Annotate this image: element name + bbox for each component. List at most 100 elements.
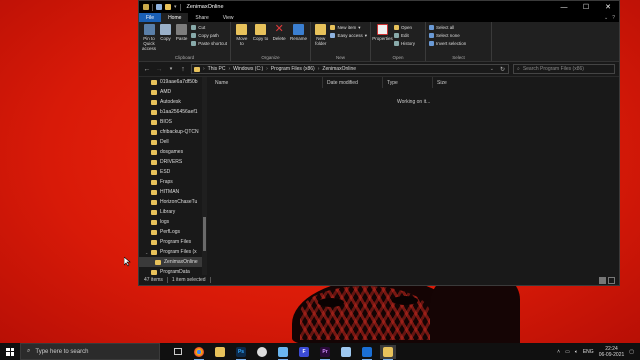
details-view-icon[interactable] <box>599 276 606 284</box>
column-size[interactable]: Size <box>433 77 473 88</box>
new-folder-button[interactable]: New folder <box>314 24 327 52</box>
nav-item[interactable]: Autodesk <box>139 97 207 107</box>
tray-overflow-icon[interactable]: ˄ <box>557 349 560 355</box>
close-button[interactable]: ✕ <box>597 1 619 13</box>
address-bar[interactable]: › This PC › Windows (C:) › Program Files… <box>191 64 509 74</box>
move-to-button[interactable]: Move to <box>234 24 250 52</box>
tab-share[interactable]: Share <box>188 13 215 22</box>
qat-dropdown-icon[interactable]: ▾ <box>174 4 177 10</box>
nav-item[interactable]: dosgames <box>139 147 207 157</box>
tab-file[interactable]: File <box>139 13 162 22</box>
taskbar-app-flash[interactable]: F <box>296 345 312 359</box>
copy-button[interactable]: Copy <box>159 24 172 52</box>
start-button[interactable] <box>0 343 20 360</box>
paste-shortcut-button[interactable]: Paste shortcut <box>191 40 227 47</box>
forward-arrow-icon[interactable]: → <box>155 66 163 73</box>
nav-item[interactable]: PerfLogs <box>139 227 207 237</box>
cut-button[interactable]: Cut <box>191 24 227 31</box>
breadcrumb-program-files-x86[interactable]: Program Files (x86) <box>271 66 315 72</box>
nav-item[interactable]: HorizonChaseTu <box>139 197 207 207</box>
nav-item[interactable]: AMD <box>139 87 207 97</box>
rename-button[interactable]: Rename <box>290 24 307 52</box>
tab-view[interactable]: View <box>216 13 241 22</box>
history-button[interactable]: History <box>394 40 415 47</box>
nav-item[interactable]: DRIVERS <box>139 157 207 167</box>
task-view-button[interactable] <box>170 345 186 359</box>
column-type[interactable]: Type <box>383 77 433 88</box>
nav-item[interactable]: Program Files <box>139 237 207 247</box>
breadcrumb-separator-icon[interactable]: › <box>266 66 268 72</box>
refresh-icon[interactable]: ↻ <box>497 66 508 73</box>
taskbar-app-blue[interactable] <box>359 345 375 360</box>
taskbar-chrome[interactable] <box>191 345 207 360</box>
ribbon-collapse-icon[interactable]: ⌄ <box>604 15 608 21</box>
new-item-button[interactable]: New item ▾ <box>330 24 367 31</box>
nav-item[interactable]: 019aae6a7df50b <box>139 77 207 87</box>
search-box[interactable]: ⌕ Search Program Files (x86) <box>513 64 615 74</box>
tab-home[interactable]: Home <box>161 13 189 22</box>
breadcrumb-separator-icon[interactable]: › <box>228 66 230 72</box>
breadcrumb-this-pc[interactable]: This PC <box>208 66 226 72</box>
edit-button[interactable]: Edit <box>394 32 415 39</box>
language-indicator[interactable]: ENG <box>583 349 594 355</box>
nav-item[interactable]: ⌄ Program Files (x <box>139 247 207 257</box>
nav-item[interactable]: ProgramData <box>139 267 207 275</box>
notifications-icon[interactable]: ▢ <box>629 349 634 355</box>
up-arrow-icon[interactable]: ↑ <box>179 66 187 73</box>
easy-access-button[interactable]: Easy access ▾ <box>330 32 367 39</box>
paste-label: Paste <box>175 36 188 41</box>
expand-caret-icon[interactable]: ⌄ <box>145 250 148 255</box>
taskbar-app-generic[interactable] <box>254 345 270 359</box>
breadcrumb-separator-icon[interactable]: › <box>203 66 205 72</box>
taskbar-store[interactable] <box>212 345 228 359</box>
nav-item[interactable]: Fraps <box>139 177 207 187</box>
copy-path-button[interactable]: Copy path <box>191 32 227 39</box>
taskbar-premiere[interactable]: Pr <box>317 345 333 360</box>
large-icons-view-icon[interactable] <box>608 276 615 284</box>
taskbar-app-paint[interactable] <box>275 345 291 360</box>
address-dropdown-icon[interactable]: ⌄ <box>490 66 494 72</box>
maximize-button[interactable]: ☐ <box>575 1 597 13</box>
paste-button[interactable]: Paste <box>175 24 188 52</box>
nav-scrollbar-thumb[interactable] <box>203 217 206 251</box>
column-name[interactable]: Name <box>215 77 323 88</box>
copy-to-button[interactable]: Copy to <box>253 24 269 52</box>
select-none-button[interactable]: Select none <box>429 32 466 39</box>
invert-selection-button[interactable]: Invert selection <box>429 40 466 47</box>
taskbar-photoshop[interactable]: Ps <box>233 345 249 360</box>
delete-button[interactable]: ✕ Delete <box>271 24 287 52</box>
nav-item[interactable]: logs <box>139 217 207 227</box>
properties-button[interactable]: Properties <box>372 24 393 52</box>
taskbar-app-notepad[interactable] <box>338 345 354 359</box>
new-folder-icon[interactable] <box>165 4 171 10</box>
nav-item[interactable]: HITMAN <box>139 187 207 197</box>
nav-item[interactable]: ESD <box>139 167 207 177</box>
windows-logo-icon <box>6 347 14 356</box>
minimize-button[interactable]: — <box>553 1 575 13</box>
pin-quick-access-button[interactable]: Pin to Quick access <box>142 24 156 52</box>
nav-item[interactable]: Library <box>139 207 207 217</box>
open-button[interactable]: Open <box>394 24 415 31</box>
properties-icon[interactable] <box>156 4 162 10</box>
nav-item[interactable]: ZenimaxOnline <box>139 257 207 267</box>
clock[interactable]: 22:24 06-09-2021 <box>599 346 625 358</box>
nav-item-label: 019aae6a7df50b <box>160 79 198 85</box>
help-icon[interactable]: ? <box>612 15 615 21</box>
column-date-modified[interactable]: Date modified <box>323 77 383 88</box>
folder-icon <box>143 4 149 10</box>
volume-icon[interactable]: 🔈︎ <box>575 349 578 355</box>
recent-dropdown-icon[interactable]: ▾ <box>167 66 175 72</box>
network-icon[interactable]: ▭ <box>565 349 570 355</box>
breadcrumb-zenimaxonline[interactable]: ZenimaxOnline <box>322 66 356 72</box>
nav-item[interactable]: BIOS <box>139 117 207 127</box>
taskbar-file-explorer[interactable] <box>380 344 396 360</box>
nav-item[interactable]: b1aa256456aef1 <box>139 107 207 117</box>
clock-date: 06-09-2021 <box>598 351 625 358</box>
nav-item[interactable]: Dell <box>139 137 207 147</box>
breadcrumb-windows-c[interactable]: Windows (C:) <box>233 66 263 72</box>
breadcrumb-separator-icon[interactable]: › <box>318 66 320 72</box>
select-all-button[interactable]: Select all <box>429 24 466 31</box>
nav-item[interactable]: cfribackup-QTCN <box>139 127 207 137</box>
taskbar-search[interactable]: ⌕ Type here to search <box>20 343 160 360</box>
back-arrow-icon[interactable]: ← <box>143 66 151 73</box>
